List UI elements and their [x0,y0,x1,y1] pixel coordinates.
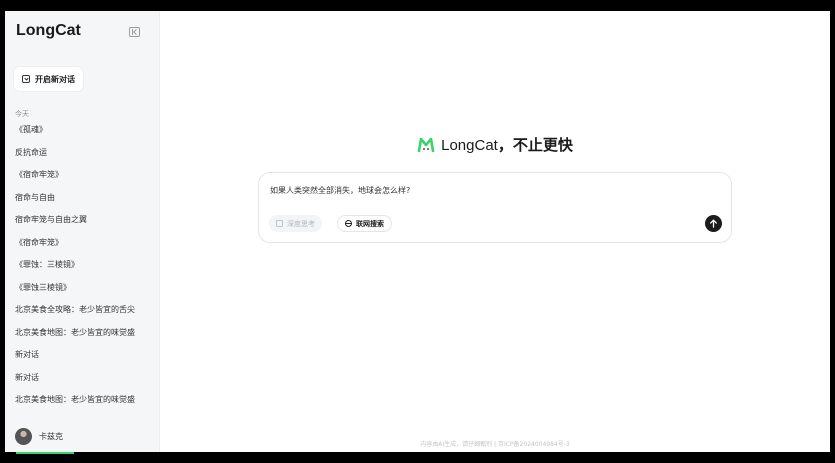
accent-line [16,452,74,454]
deep-think-button[interactable]: 深度思考 [269,215,322,232]
globe-icon [345,220,352,227]
history-item[interactable]: 《孤魂》 [15,123,155,146]
main-panel: LongCat，不止更快 如果人类突然全部消失，地球会怎么样? 深度思考 联网搜… [160,11,830,452]
user-name: 卡兹克 [39,432,63,441]
web-search-button[interactable]: 联网搜索 [337,215,392,232]
brand-logo: LongCat [16,22,81,39]
history-item[interactable]: 《宿命牢笼》 [15,168,155,191]
web-search-label: 联网搜索 [356,219,384,228]
deep-think-icon [276,220,283,227]
new-chat-label: 开启新对话 [35,74,75,84]
history-item[interactable]: 《宿命牢笼》 [15,236,155,259]
hero-title: LongCat，不止更快 [441,134,573,155]
history-item[interactable]: 《罪蚀三棱镜》 [15,281,155,304]
new-chat-icon [22,75,30,83]
footer-disclaimer: 内容由AI生成，请仔细甄别 | 京ICP备2024004984号-3 [420,441,570,448]
top-border [0,0,835,11]
bottom-border [0,452,835,463]
history-item[interactable]: 反抗命运 [15,146,155,169]
avatar [15,428,32,445]
deep-think-label: 深度思考 [287,219,315,228]
user-profile[interactable]: 卡兹克 [15,428,63,445]
new-chat-button[interactable]: 开启新对话 [14,67,83,91]
history-item[interactable]: 《罪蚀：三棱镜》 [15,258,155,281]
longcat-logo-icon [417,137,435,152]
history-item[interactable]: 北京美食地图：老少皆宜的味觉盛 [15,326,155,349]
send-button[interactable] [705,215,722,232]
history-section-label: 今天 [15,110,29,118]
hero-heading: LongCat，不止更快 [160,134,830,155]
history-item[interactable]: 新对话 [15,348,155,371]
history-item[interactable]: 宿命牢笼与自由之翼 [15,213,155,236]
history-item[interactable]: 宿命与自由 [15,191,155,214]
arrow-up-icon [709,219,718,228]
history-item[interactable]: 北京美食全攻略：老少皆宜的舌尖 [15,303,155,326]
history-list: 《孤魂》 反抗命运 《宿命牢笼》 宿命与自由 宿命牢笼与自由之翼 《宿命牢笼》 … [15,123,155,416]
hero-slogan: ，不止更快 [497,136,573,154]
chat-composer: 如果人类突然全部消失，地球会怎么样? 深度思考 联网搜索 [258,172,732,243]
history-item[interactable]: 北京美食地图：老少皆宜的味觉盛 [15,393,155,416]
sidebar: LongCat 开启新对话 今天 《孤魂》 反抗命运 《宿命牢笼》 宿命与自由 … [5,11,160,452]
history-item[interactable]: 新对话 [15,371,155,394]
app-window: LongCat 开启新对话 今天 《孤魂》 反抗命运 《宿命牢笼》 宿命与自由 … [5,11,830,452]
prompt-input[interactable]: 如果人类突然全部消失，地球会怎么样? [270,185,410,196]
hero-brand: LongCat [441,137,498,154]
collapse-sidebar-icon[interactable] [129,27,140,37]
